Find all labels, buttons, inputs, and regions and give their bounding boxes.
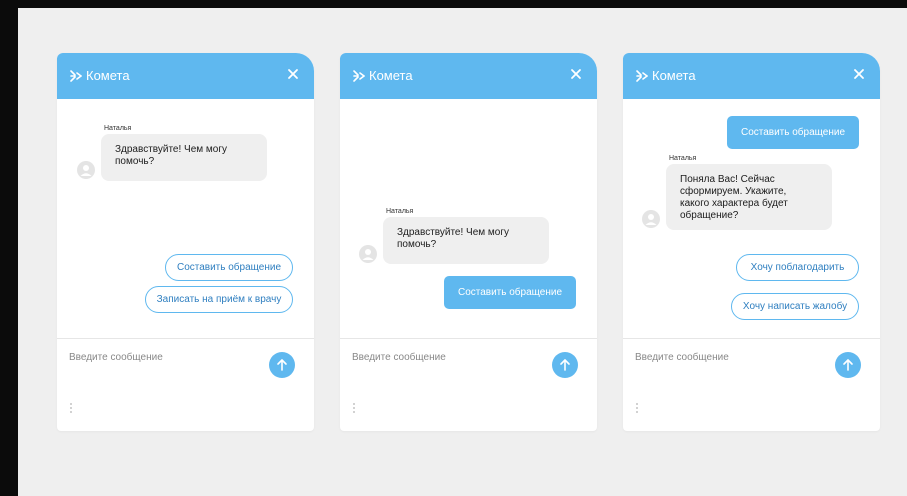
kometa-logo-icon <box>353 70 365 82</box>
sender-name: Наталья <box>386 208 414 215</box>
close-icon[interactable] <box>852 67 866 81</box>
sender-name: Наталья <box>669 155 697 162</box>
close-icon[interactable] <box>286 67 300 81</box>
user-avatar-icon <box>642 210 660 228</box>
brand-name: Комета <box>652 68 696 83</box>
kometa-logo-icon <box>70 70 82 82</box>
chat-header: Комета <box>623 53 880 99</box>
brand-name: Комета <box>369 68 413 83</box>
option-compose-request[interactable]: Составить обращение <box>165 254 293 281</box>
send-button[interactable] <box>835 352 861 378</box>
chat-header: Комета <box>340 53 597 99</box>
chat-header: Комета <box>57 53 314 99</box>
send-button[interactable] <box>552 352 578 378</box>
sent-message: Составить обращение <box>444 276 576 309</box>
drag-handle-icon[interactable] <box>635 402 639 414</box>
brand-name: Комета <box>86 68 130 83</box>
send-button[interactable] <box>269 352 295 378</box>
message-input[interactable] <box>635 349 825 365</box>
brand: Комета <box>352 67 413 85</box>
close-icon[interactable] <box>569 67 583 81</box>
brand: Комета <box>69 67 130 85</box>
sent-message: Составить обращение <box>727 116 859 149</box>
kometa-logo-icon <box>636 70 648 82</box>
chat-widget-2: Комета Наталья Здравствуйте! Чем могу по… <box>340 53 597 431</box>
drag-handle-icon[interactable] <box>352 402 356 414</box>
sender-name: Наталья <box>104 125 132 132</box>
option-book-doctor[interactable]: Записать на приём к врачу <box>145 286 293 313</box>
brand: Комета <box>635 67 696 85</box>
arrow-up-icon <box>277 359 287 371</box>
chat-widget-1: Комета Наталья Здравствуйте! Чем могу по… <box>57 53 314 431</box>
message-input[interactable] <box>352 349 542 365</box>
user-avatar-icon <box>359 245 377 263</box>
divider <box>623 338 880 339</box>
message-bubble: Поняла Вас! Сейчас сформируем. Укажите, … <box>666 164 832 230</box>
chat-widget-3: Комета Составить обращение Наталья Понял… <box>623 53 880 431</box>
arrow-up-icon <box>843 359 853 371</box>
arrow-up-icon <box>560 359 570 371</box>
option-thank[interactable]: Хочу поблагодарить <box>736 254 859 281</box>
divider <box>57 338 314 339</box>
user-avatar-icon <box>77 161 95 179</box>
canvas: Комета Наталья Здравствуйте! Чем могу по… <box>18 8 907 496</box>
drag-handle-icon[interactable] <box>69 402 73 414</box>
option-complaint[interactable]: Хочу написать жалобу <box>731 293 859 320</box>
message-bubble: Здравствуйте! Чем могу помочь? <box>383 217 549 264</box>
divider <box>340 338 597 339</box>
message-bubble: Здравствуйте! Чем могу помочь? <box>101 134 267 181</box>
message-input[interactable] <box>69 349 259 365</box>
